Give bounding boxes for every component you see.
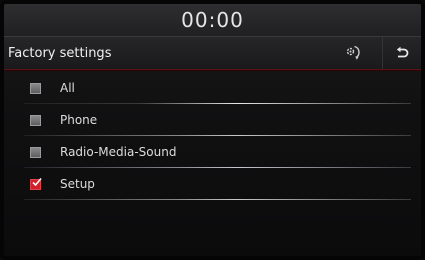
back-button[interactable] [382, 37, 421, 69]
option-all[interactable]: All [4, 72, 421, 104]
page-title: Factory settings [8, 45, 112, 61]
option-label: All [60, 81, 75, 95]
status-bar: 00:00 [4, 4, 421, 37]
options-list: All Phone Radio-Media-Sound Setup [4, 70, 421, 200]
factory-settings-screen: 00:00 Factory settings All Phone Radio-M… [0, 0, 425, 260]
back-arrow-icon [396, 46, 409, 58]
option-label: Setup [60, 177, 95, 191]
checkmark-icon [32, 177, 42, 186]
checkbox[interactable] [30, 82, 41, 94]
reset-settings-icon [346, 45, 360, 60]
reset-button[interactable] [332, 37, 374, 69]
clock: 00:00 [181, 8, 244, 32]
option-setup[interactable]: Setup [4, 168, 421, 200]
checkbox[interactable] [30, 114, 41, 126]
checkbox-checked[interactable] [30, 177, 42, 190]
option-phone[interactable]: Phone [4, 104, 421, 136]
checkbox[interactable] [30, 146, 41, 158]
option-label: Phone [60, 113, 98, 127]
page-header: Factory settings [4, 37, 421, 70]
option-label: Radio-Media-Sound [60, 145, 177, 159]
option-radio-media-sound[interactable]: Radio-Media-Sound [4, 136, 421, 168]
